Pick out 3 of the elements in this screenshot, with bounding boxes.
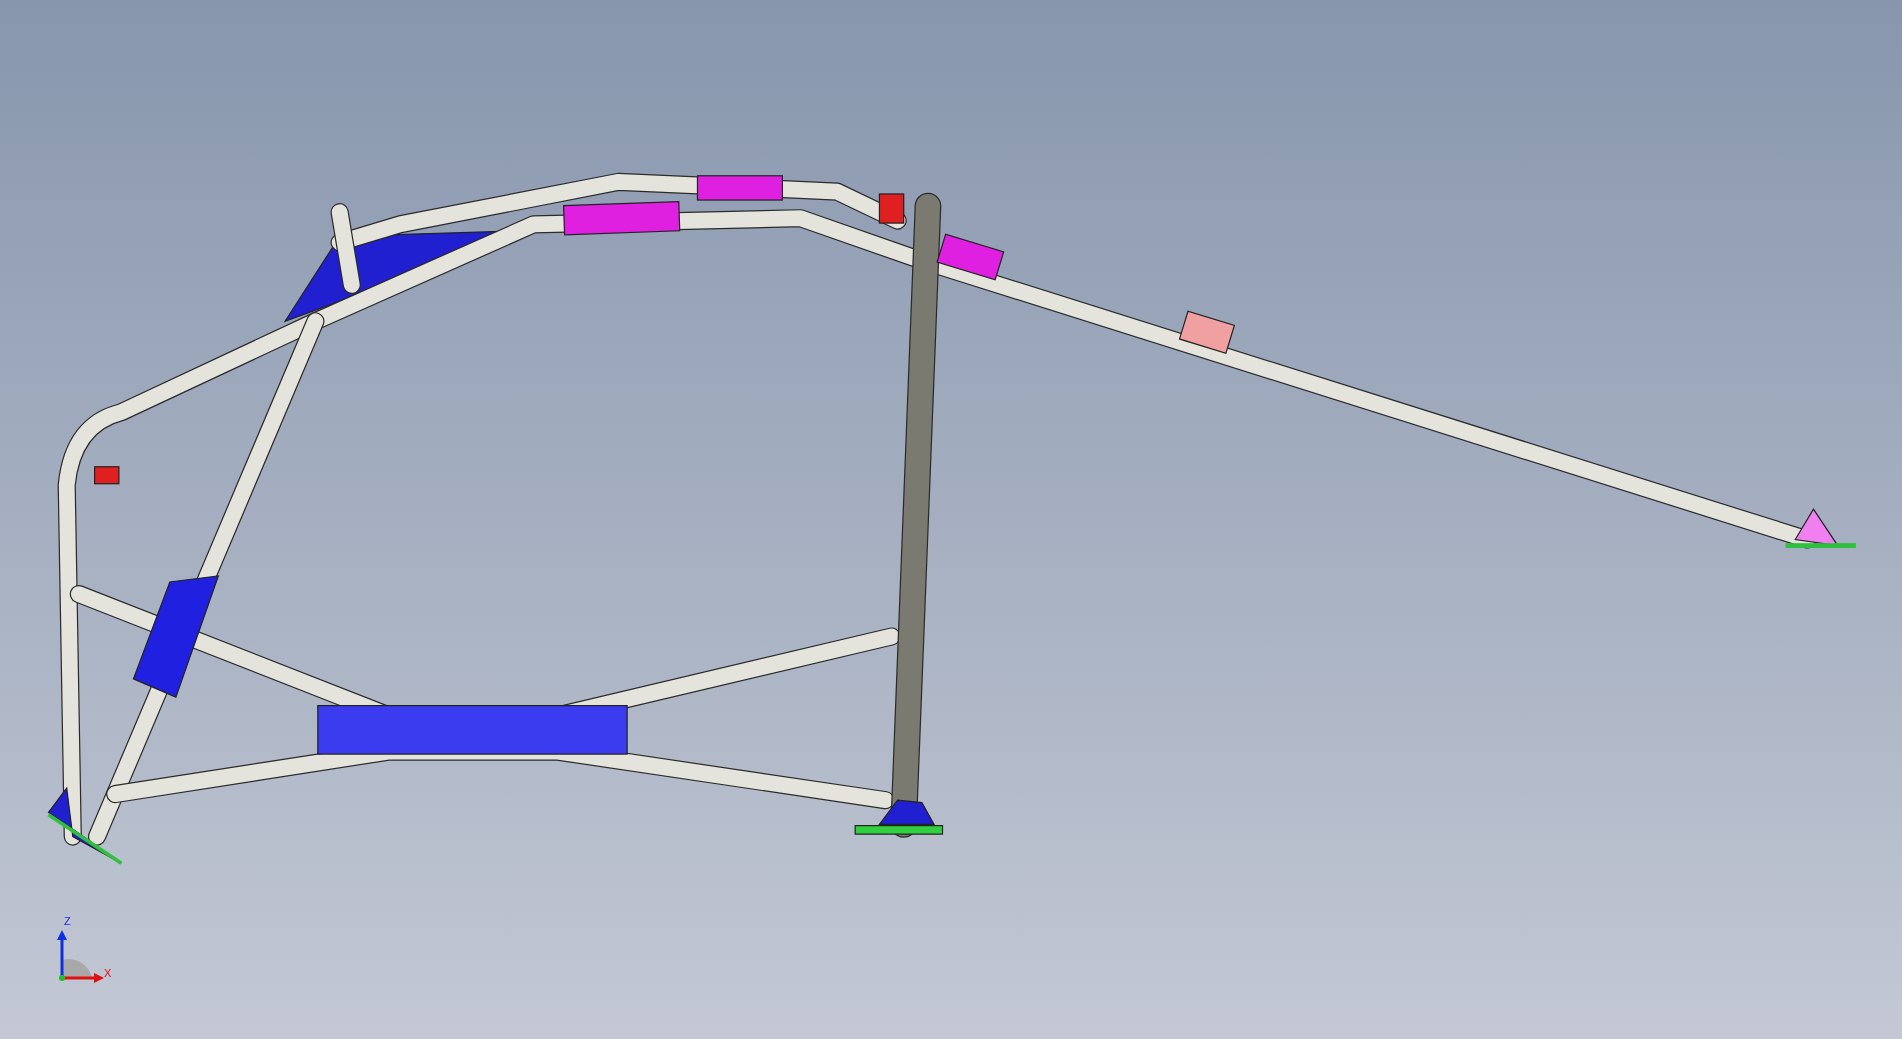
z-axis-label: Z — [64, 916, 71, 927]
axis-triad-icon — [56, 930, 106, 984]
x-axis-label: X — [104, 968, 112, 979]
